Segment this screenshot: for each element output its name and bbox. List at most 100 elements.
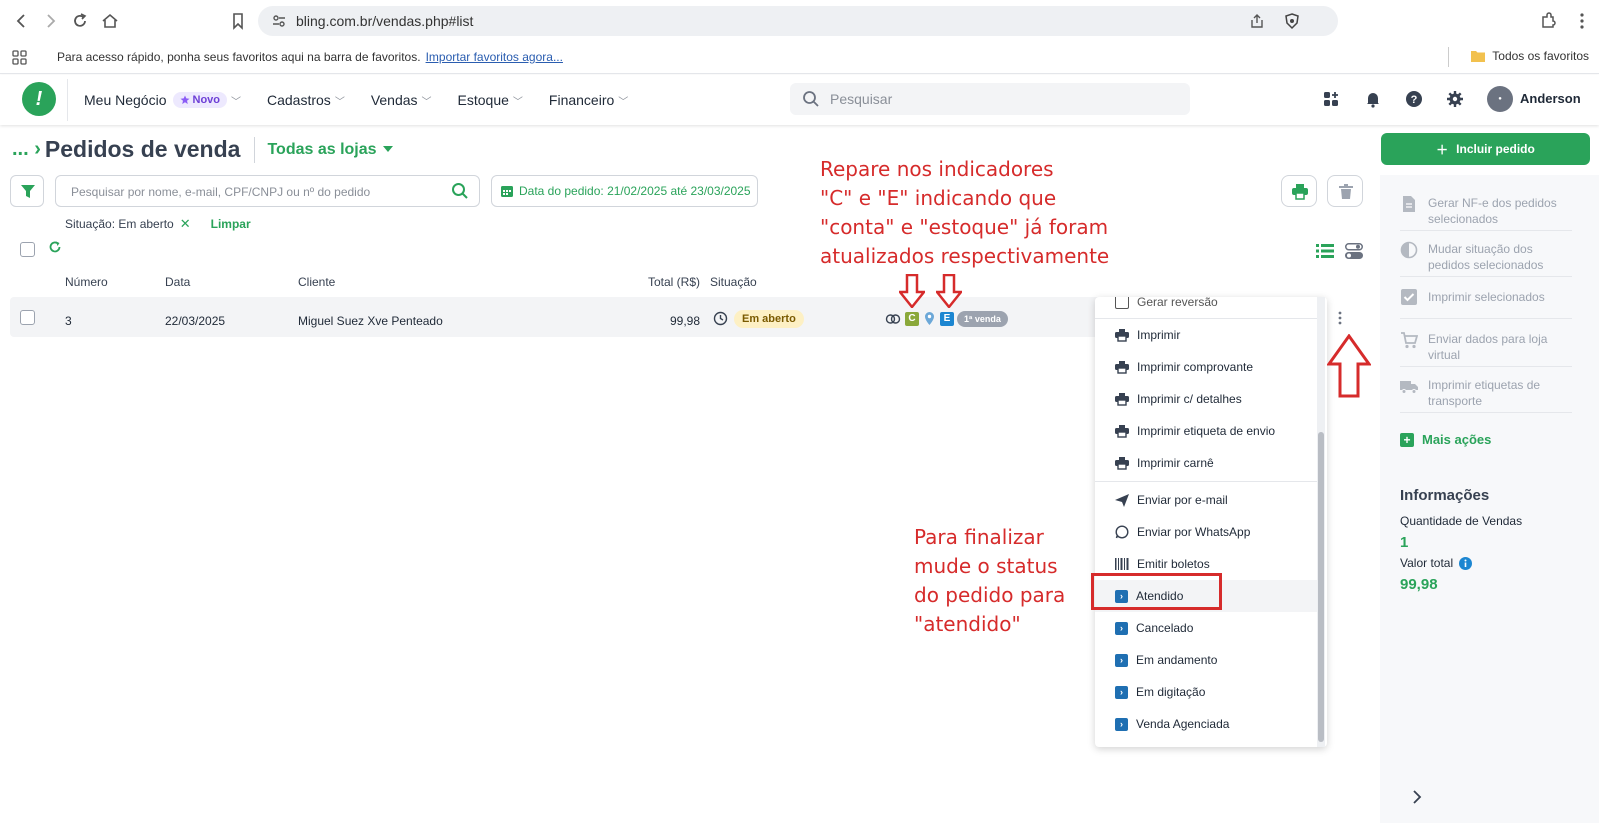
page-title: Pedidos de venda [44, 136, 241, 162]
row-actions-icon[interactable] [1337, 311, 1343, 325]
active-filters: Situação: Em aberto ✕ Limpar [65, 216, 251, 232]
gear-icon[interactable] [1446, 90, 1466, 110]
total-label: Valor total [1400, 556, 1454, 570]
bling-logo[interactable]: ! [22, 82, 56, 116]
add-order-button[interactable]: ＋ Incluir pedido [1381, 133, 1590, 165]
col-total[interactable]: Total (R$) [648, 275, 700, 289]
breadcrumb[interactable]: ... › [12, 138, 41, 161]
bookmark-icon[interactable] [228, 11, 248, 31]
menu-item-enviar-email[interactable]: Enviar por e-mail [1095, 484, 1317, 516]
plus-icon: ＋ [1436, 142, 1449, 157]
help-icon[interactable]: ? [1405, 90, 1425, 110]
extensions-icon[interactable] [1538, 11, 1558, 31]
col-data[interactable]: Data [165, 275, 190, 289]
menu-item-venda-agenciada[interactable]: › Venda Agenciada [1095, 708, 1317, 740]
menu-meu-negocio[interactable]: Meu Negócio Novo ﹀ [84, 92, 241, 108]
row-checkbox[interactable] [20, 310, 35, 325]
divider [254, 136, 256, 163]
sales-count-value: 1 [1400, 534, 1409, 551]
menu-item-imprimir-comprovante[interactable]: Imprimir comprovante [1095, 351, 1317, 383]
new-badge: Novo [172, 92, 227, 108]
star-icon [180, 95, 189, 104]
print-button[interactable] [1281, 175, 1317, 207]
browser-menu-icon[interactable] [1572, 11, 1592, 31]
col-cliente[interactable]: Cliente [298, 275, 335, 289]
menu-financeiro[interactable]: Financeiro ﹀ [549, 92, 628, 108]
menu-item-imprimir-carne[interactable]: Imprimir carnê [1095, 447, 1317, 479]
action-change-status[interactable]: Mudar situação dos pedidos selecionados [1400, 241, 1572, 273]
filter-button[interactable] [10, 175, 44, 207]
reversal-icon [1115, 297, 1129, 309]
brave-shield-icon[interactable] [1283, 12, 1301, 30]
action-print-labels[interactable]: Imprimir etiquetas de transporte [1400, 377, 1572, 409]
order-search-input[interactable]: Pesquisar por nome, e-mail, CPF/CNPJ ou … [55, 175, 480, 207]
menu-scrollbar[interactable] [1317, 297, 1325, 747]
apps-icon[interactable] [1322, 90, 1342, 110]
list-view-icon[interactable] [1316, 244, 1334, 258]
info-title: Informações [1400, 487, 1490, 504]
menu-item-em-andamento[interactable]: › Em andamento [1095, 644, 1317, 676]
date-filter-button[interactable]: Data do pedido: 21/02/2025 até 23/03/202… [491, 175, 758, 207]
menu-label: Cadastros [267, 92, 331, 108]
action-send-store[interactable]: Enviar dados para loja virtual [1400, 331, 1572, 363]
site-settings-icon[interactable] [270, 12, 288, 30]
clear-filters-link[interactable]: Limpar [211, 217, 251, 231]
menu-item-em-digitacao[interactable]: › Em digitação [1095, 676, 1317, 708]
menu-cadastros[interactable]: Cadastros ﹀ [267, 92, 345, 108]
select-all-checkbox[interactable] [20, 242, 35, 257]
cart-icon [1401, 332, 1418, 349]
search-icon [803, 91, 819, 107]
address-bar[interactable]: bling.com.br/vendas.php#list [258, 6, 1338, 36]
sales-count-label: Quantidade de Vendas [1400, 514, 1523, 528]
menu-label: Vendas [370, 92, 418, 108]
forward-icon[interactable] [40, 11, 60, 31]
apps-grid-icon[interactable] [11, 49, 29, 67]
refresh-icon[interactable] [48, 240, 62, 254]
user-name[interactable]: Anderson [1520, 91, 1581, 106]
action-print-selected[interactable]: Imprimir selecionados [1400, 288, 1572, 306]
menu-item-imprimir-etiqueta[interactable]: Imprimir etiqueta de envio [1095, 415, 1317, 447]
store-selector-label: Todas as lojas [267, 140, 377, 158]
share-icon[interactable] [1248, 12, 1266, 30]
remove-filter-icon[interactable]: ✕ [180, 216, 191, 232]
bell-icon[interactable] [1364, 90, 1384, 110]
action-generate-nfe[interactable]: Gerar NF-e dos pedidos selecionados [1400, 195, 1572, 227]
menu-item-enviar-whatsapp[interactable]: Enviar por WhatsApp [1095, 516, 1317, 548]
printer-icon [1292, 184, 1308, 200]
caret-down-icon [382, 146, 393, 152]
printer-icon [1115, 392, 1129, 406]
divider [1400, 366, 1572, 367]
atendido-highlight-box [1091, 573, 1222, 610]
menu-item-gerar-reversao[interactable]: Gerar reversão [1095, 297, 1317, 318]
menu-estoque[interactable]: Estoque ﹀ [458, 92, 523, 108]
menu-vendas[interactable]: Vendas ﹀ [371, 92, 432, 108]
toggle-columns-icon[interactable] [1345, 243, 1363, 259]
account-indicator[interactable]: C [905, 312, 919, 326]
import-bookmarks-link[interactable]: Importar favoritos agora... [426, 50, 563, 64]
divider [1400, 318, 1572, 319]
more-actions-button[interactable]: + Mais ações [1400, 432, 1491, 447]
home-icon[interactable] [100, 11, 120, 31]
col-situacao[interactable]: Situação [710, 275, 757, 289]
reload-icon[interactable] [70, 11, 90, 31]
link-icon [885, 312, 901, 326]
url-text[interactable]: bling.com.br/vendas.php#list [296, 13, 473, 29]
status-arrow-icon: › [1115, 653, 1128, 667]
back-icon[interactable] [12, 11, 32, 31]
chevron-right-icon[interactable] [1411, 790, 1423, 804]
global-search-input[interactable]: Pesquisar [790, 83, 1190, 115]
menu-item-imprimir[interactable]: Imprimir [1095, 319, 1317, 351]
menu-item-cancelado[interactable]: › Cancelado [1095, 612, 1317, 644]
delete-button[interactable] [1327, 175, 1363, 207]
all-favorites-button[interactable]: Todos os favoritos [1470, 49, 1589, 63]
store-selector[interactable]: Todas as lojas [267, 140, 393, 159]
col-numero[interactable]: Número [65, 275, 108, 289]
checkbox-icon [1401, 289, 1417, 305]
divider [1400, 230, 1572, 231]
avatar[interactable]: ● [1487, 86, 1513, 112]
date-filter-label: Data do pedido: 21/02/2025 até 23/03/202… [519, 184, 751, 198]
stock-indicator[interactable]: E [940, 312, 954, 326]
menu-item-imprimir-detalhes[interactable]: Imprimir c/ detalhes [1095, 383, 1317, 415]
status-arrow-icon: › [1115, 621, 1128, 635]
scrollbar-thumb[interactable] [1318, 432, 1324, 742]
